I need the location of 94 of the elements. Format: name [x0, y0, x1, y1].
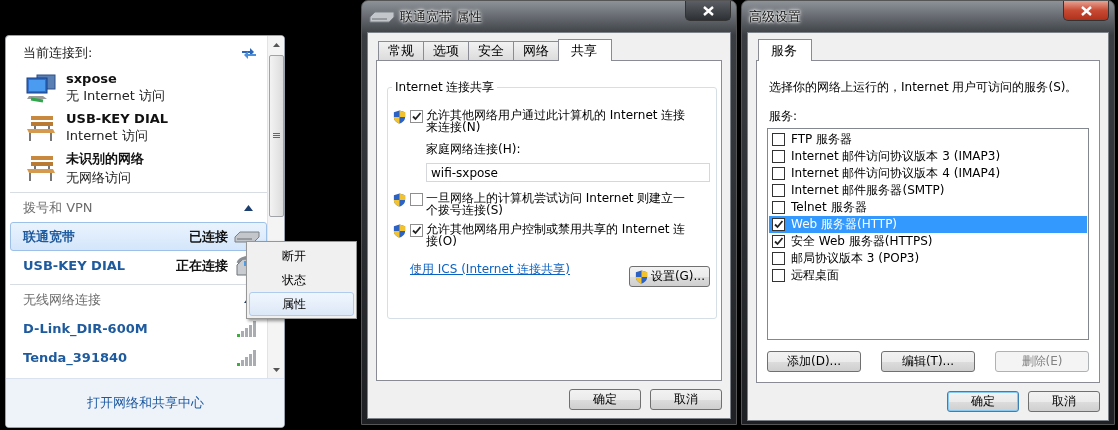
list-item[interactable]: 远程桌面: [769, 267, 1087, 284]
close-icon: [702, 5, 714, 16]
tab[interactable]: 常规: [378, 41, 424, 60]
shield-icon: [392, 223, 407, 239]
network-name: USB-KEY DIAL: [23, 258, 127, 273]
tab[interactable]: 选项: [423, 41, 469, 60]
bench-icon: [25, 154, 57, 182]
close-button[interactable]: [1063, 1, 1109, 21]
refresh-icon[interactable]: [241, 46, 257, 60]
checkbox-label: 一旦网络上的计算机尝试访问 Internet 则建立一个拨号连接(S): [426, 192, 687, 216]
service-label: Web 服务器(HTTP): [791, 216, 898, 233]
checkbox[interactable]: [772, 133, 785, 146]
list-label: 服务:: [769, 108, 799, 125]
connection-status: Internet 访问: [66, 127, 149, 145]
connection-status: 无网络访问: [66, 168, 132, 187]
group-title: Internet 连接共享: [394, 79, 496, 96]
list-item[interactable]: Internet 邮件服务器(SMTP): [769, 182, 1087, 199]
input-field[interactable]: wifi-sxpose: [426, 163, 710, 182]
section-header: 当前连接到:: [23, 44, 93, 62]
connection-status: 无 Internet 访问: [66, 87, 165, 105]
checkbox[interactable]: [410, 224, 423, 237]
list-item[interactable]: Internet 邮件访问协议版本 4 (IMAP4): [769, 165, 1087, 182]
network-status: 正在连接: [176, 256, 228, 275]
tab[interactable]: 服务: [758, 39, 812, 61]
network-name: D-Link_DIR-600M: [23, 321, 149, 336]
modem-icon: [369, 9, 395, 24]
section-header[interactable]: 拨号和 VPN: [23, 199, 93, 217]
service-label: 远程桌面: [791, 267, 839, 284]
service-label: Internet 邮件访问协议版本 3 (IMAP3): [791, 148, 1001, 165]
action-button[interactable]: 添加(D)...: [767, 351, 861, 372]
shield-icon: [392, 109, 407, 125]
section-header[interactable]: 无线网络连接: [23, 291, 101, 309]
settings-button[interactable]: 设置(G)...: [628, 266, 710, 287]
checkbox[interactable]: [772, 184, 785, 197]
checkbox[interactable]: [410, 110, 423, 123]
checkbox-label: 允许其他网络用户控制或禁用共享的 Internet 连接(O): [426, 223, 687, 247]
tab[interactable]: 安全: [468, 41, 514, 60]
window-title: 联通宽带 属性: [400, 7, 483, 26]
computer-icon: [25, 73, 57, 103]
shield-icon: [633, 268, 649, 285]
list-item[interactable]: FTP 服务器: [769, 131, 1087, 148]
service-label: Internet 邮件访问协议版本 4 (IMAP4): [791, 165, 1001, 182]
service-label: Internet 邮件服务器(SMTP): [791, 182, 945, 199]
list-item[interactable]: 邮局协议版本 3 (POP3): [769, 250, 1087, 267]
signal-icon: [236, 348, 258, 367]
dialog-button[interactable]: 确定: [947, 391, 1019, 412]
link[interactable]: 使用 ICS (Internet 连接共享): [410, 261, 570, 278]
checkbox[interactable]: [772, 167, 785, 180]
checkbox[interactable]: [772, 201, 785, 214]
network-name: Tenda_391840: [23, 350, 129, 365]
checkbox-label: 允许其他网络用户通过此计算机的 Internet 连接来连接(N): [426, 109, 687, 133]
menu-item[interactable]: 状态: [249, 268, 354, 292]
grip-icon: [272, 133, 280, 139]
action-button[interactable]: 编辑(T)...: [881, 351, 975, 372]
bench-icon: [25, 114, 57, 142]
modem-icon: [234, 229, 260, 244]
chevron-up-icon[interactable]: [244, 205, 253, 211]
checkbox[interactable]: [772, 252, 785, 265]
list-item[interactable]: 安全 Web 服务器(HTTPS): [769, 233, 1087, 250]
window-title: 高级设置: [749, 7, 801, 26]
shield-icon: [392, 192, 407, 208]
connection-name: 未识别的网络: [66, 149, 144, 168]
tab[interactable]: 网络: [513, 41, 559, 60]
description: 选择你的网络上运行的，Internet 用户可访问的服务(S)。: [769, 79, 1079, 96]
service-label: FTP 服务器: [791, 131, 853, 148]
scroll-up-icon[interactable]: [272, 42, 280, 47]
service-label: Telnet 服务器: [791, 199, 867, 216]
signal-icon: [236, 319, 258, 338]
close-icon: [1080, 5, 1092, 16]
link[interactable]: 打开网络和共享中心: [86, 394, 204, 412]
checkbox[interactable]: [772, 235, 785, 248]
field-label: 家庭网络连接(H):: [426, 141, 522, 158]
service-label: 邮局协议版本 3 (POP3): [791, 250, 920, 267]
network-item[interactable]: D-Link_DIR-600M: [10, 314, 267, 343]
network-status: 已连接: [189, 227, 228, 246]
list-item[interactable]: Internet 邮件访问协议版本 3 (IMAP3): [769, 148, 1087, 165]
service-label: 安全 Web 服务器(HTTPS): [791, 233, 933, 250]
dialog-button[interactable]: 确定: [569, 389, 641, 410]
checkbox[interactable]: [772, 150, 785, 163]
tab[interactable]: 共享: [558, 39, 612, 61]
menu-item[interactable]: 属性: [249, 292, 354, 316]
dialog-button[interactable]: 取消: [650, 389, 722, 410]
network-item[interactable]: Tenda_391840: [10, 343, 267, 372]
close-button[interactable]: [685, 1, 731, 21]
checkbox[interactable]: [772, 269, 785, 282]
dialog-button[interactable]: 取消: [1028, 391, 1100, 412]
connection-name: sxpose: [66, 71, 118, 86]
network-name: 联通宽带: [23, 227, 76, 246]
network-item[interactable]: 联通宽带 已连接: [10, 222, 267, 251]
scroll-down-icon[interactable]: [272, 367, 280, 372]
checkbox[interactable]: [772, 218, 785, 231]
checkbox[interactable]: [410, 193, 423, 206]
connection-name: USB-KEY DIAL: [66, 111, 169, 126]
list-item[interactable]: Telnet 服务器: [769, 199, 1087, 216]
